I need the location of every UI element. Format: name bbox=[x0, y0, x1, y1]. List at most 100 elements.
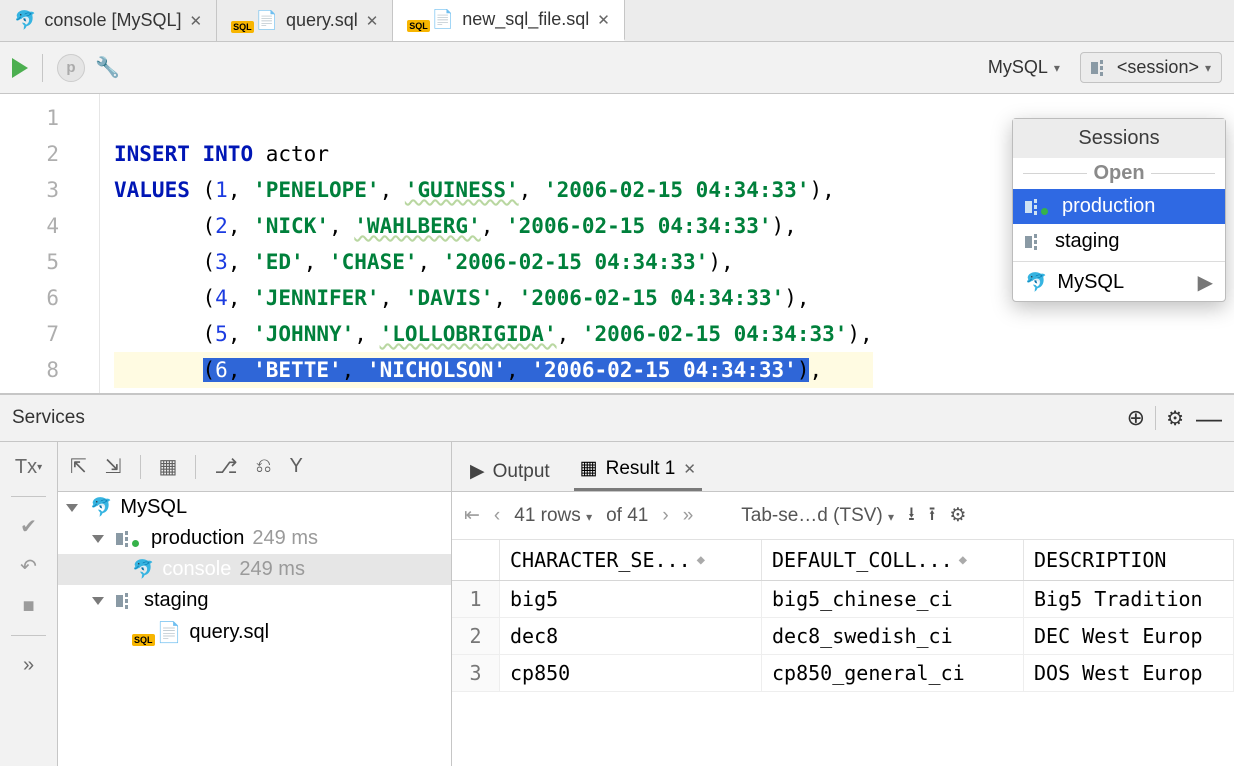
tree-twistie-icon[interactable] bbox=[92, 597, 104, 605]
datasource-icon bbox=[116, 531, 143, 547]
table-name: actor bbox=[266, 142, 329, 166]
tree-twistie-icon[interactable] bbox=[92, 535, 104, 543]
upload-icon[interactable]: ⭱ bbox=[929, 500, 936, 532]
sql-file-icon: SQL📄 bbox=[132, 620, 181, 645]
col-header[interactable]: DEFAULT_COLL...◆ bbox=[762, 540, 1024, 580]
session-item-production[interactable]: production bbox=[1013, 189, 1225, 224]
tab-result[interactable]: ▦ Result 1 ✕ bbox=[574, 449, 702, 491]
close-icon[interactable]: ✕ bbox=[189, 12, 202, 30]
tree-twistie-icon[interactable] bbox=[66, 504, 78, 512]
last-page-icon[interactable]: » bbox=[683, 505, 694, 527]
grid-icon: ▦ bbox=[580, 457, 598, 480]
cell[interactable]: dec8 bbox=[500, 618, 762, 654]
services-panel-header: Services ⊕ ⚙ — bbox=[0, 394, 1234, 442]
run-icon[interactable] bbox=[12, 58, 28, 78]
tree-timing: 249 ms bbox=[239, 558, 305, 581]
tab-label: Result 1 bbox=[606, 458, 676, 480]
target-icon[interactable]: ⊕ bbox=[1127, 405, 1145, 431]
tree-item-staging[interactable]: staging bbox=[58, 585, 451, 616]
cell[interactable]: cp850_general_ci bbox=[762, 655, 1024, 691]
table-row[interactable]: 3 cp850 cp850_general_ci DOS West Europ bbox=[452, 655, 1234, 692]
cell[interactable]: big5 bbox=[500, 581, 762, 617]
code-body[interactable]: INSERT INTO actor VALUES (1, 'PENELOPE',… bbox=[100, 94, 873, 393]
tree-item-production[interactable]: production 249 ms bbox=[58, 523, 451, 554]
session-driver-mysql[interactable]: 🐬 MySQL ▶ bbox=[1013, 264, 1225, 301]
close-icon[interactable]: ✕ bbox=[597, 11, 610, 29]
sort-icon: ◆ bbox=[697, 552, 705, 568]
editor-toolbar: p 🔧 MySQL ▾ <session> ▾ bbox=[0, 42, 1234, 94]
row-num-header bbox=[452, 540, 500, 580]
datasource-icon bbox=[1025, 234, 1045, 250]
session-label: <session> bbox=[1117, 57, 1199, 78]
tree-item-querysql[interactable]: SQL📄 query.sql bbox=[58, 616, 451, 649]
session-item-staging[interactable]: staging bbox=[1013, 224, 1225, 259]
schema-label: MySQL bbox=[988, 57, 1048, 78]
tree-item-console[interactable]: 🐬 console 249 ms bbox=[58, 554, 451, 585]
cell[interactable]: DEC West Europ bbox=[1024, 618, 1234, 654]
stop-icon[interactable]: ■ bbox=[16, 593, 42, 619]
file-tab-label: new_sql_file.sql bbox=[462, 9, 589, 30]
commit-icon[interactable]: ✔ bbox=[16, 513, 42, 539]
result-table[interactable]: CHARACTER_SE...◆ DEFAULT_COLL...◆ DESCRI… bbox=[452, 540, 1234, 692]
sql-file-icon: SQL📄 bbox=[407, 9, 454, 30]
sql-file-icon: SQL📄 bbox=[231, 10, 278, 31]
table-row[interactable]: 2 dec8 dec8_swedish_ci DEC West Europ bbox=[452, 618, 1234, 655]
branch-icon[interactable]: ⎌ bbox=[255, 455, 271, 478]
play-small-icon: ▶ bbox=[470, 460, 485, 483]
gear-icon[interactable]: ⚙ bbox=[1166, 406, 1184, 431]
tab-label: Output bbox=[493, 461, 550, 483]
line-gutter: 12345678 bbox=[0, 94, 100, 393]
minimize-icon[interactable]: — bbox=[1196, 403, 1222, 434]
yfiles-icon[interactable]: Y bbox=[289, 455, 302, 478]
services-tree: ⇱ ⇲ ▦ ⎇ ⎌ Y 🐬 MySQL production 249 ms 🐬 … bbox=[58, 442, 452, 766]
tab-output[interactable]: ▶ Output bbox=[464, 452, 556, 491]
mysql-icon: 🐬 bbox=[14, 10, 36, 31]
cell[interactable]: DOS West Europ bbox=[1024, 655, 1234, 691]
collapse-all-icon[interactable]: ⇲ bbox=[105, 454, 122, 479]
tree-timing: 249 ms bbox=[252, 527, 318, 550]
prev-page-icon[interactable]: ‹ bbox=[494, 505, 500, 527]
tree-root-mysql[interactable]: 🐬 MySQL bbox=[58, 492, 451, 523]
keyword-insert: INSERT bbox=[114, 142, 190, 166]
services-panel-body: Tx▾ ✔ ↶ ■ » ⇱ ⇲ ▦ ⎇ ⎌ Y 🐬 MySQL producti… bbox=[0, 442, 1234, 766]
close-icon[interactable]: ✕ bbox=[366, 12, 379, 30]
rows-count[interactable]: 41 rows ▾ bbox=[514, 505, 592, 527]
explain-plan-button[interactable]: p bbox=[57, 54, 85, 82]
expand-all-icon[interactable]: ⇱ bbox=[70, 454, 87, 479]
close-icon[interactable]: ✕ bbox=[683, 460, 696, 478]
more-icon[interactable]: » bbox=[16, 652, 42, 678]
datasource-icon bbox=[1091, 60, 1111, 76]
col-header[interactable]: DESCRIPTION bbox=[1024, 540, 1234, 580]
services-right: ▶ Output ▦ Result 1 ✕ ⇤ ‹ 41 rows ▾ of 4… bbox=[452, 442, 1234, 766]
download-icon[interactable]: ⭳ bbox=[908, 500, 915, 532]
table-row[interactable]: 1 big5 big5_chinese_ci Big5 Tradition bbox=[452, 581, 1234, 618]
datasource-icon bbox=[116, 593, 136, 609]
rows-total: of 41 bbox=[606, 505, 648, 527]
export-format[interactable]: Tab-se…d (TSV) ▾ bbox=[741, 505, 894, 527]
cell[interactable]: cp850 bbox=[500, 655, 762, 691]
mysql-icon: 🐬 bbox=[90, 497, 112, 518]
sessions-popup: Sessions Open production staging 🐬 MySQL… bbox=[1012, 118, 1226, 302]
result-nav: ⇤ ‹ 41 rows ▾ of 41 › » Tab-se…d (TSV) ▾… bbox=[452, 492, 1234, 540]
next-page-icon[interactable]: › bbox=[662, 505, 668, 527]
sort-icon: ◆ bbox=[959, 552, 967, 568]
driver-label: MySQL bbox=[1057, 271, 1124, 294]
file-tab-newsql[interactable]: SQL📄 new_sql_file.sql ✕ bbox=[393, 0, 625, 41]
services-left-actions: Tx▾ ✔ ↶ ■ » bbox=[0, 442, 58, 766]
file-tab-query[interactable]: SQL📄 query.sql ✕ bbox=[217, 0, 393, 41]
cell[interactable]: big5_chinese_ci bbox=[762, 581, 1024, 617]
mysql-icon: 🐬 bbox=[132, 559, 154, 580]
file-tab-console[interactable]: 🐬 console [MySQL] ✕ bbox=[0, 0, 217, 41]
filter-icon[interactable]: ⎇ bbox=[214, 454, 237, 479]
session-selector[interactable]: <session> ▾ bbox=[1080, 52, 1222, 83]
schema-selector[interactable]: MySQL ▾ bbox=[978, 53, 1070, 82]
tx-selector[interactable]: Tx▾ bbox=[16, 454, 42, 480]
first-page-icon[interactable]: ⇤ bbox=[464, 504, 480, 527]
gear-icon[interactable]: ⚙ bbox=[949, 504, 966, 527]
wrench-icon[interactable]: 🔧 bbox=[95, 55, 120, 80]
grid-icon[interactable]: ▦ bbox=[159, 454, 178, 479]
col-header[interactable]: CHARACTER_SE...◆ bbox=[500, 540, 762, 580]
cell[interactable]: dec8_swedish_ci bbox=[762, 618, 1024, 654]
cell[interactable]: Big5 Tradition bbox=[1024, 581, 1234, 617]
rollback-icon[interactable]: ↶ bbox=[16, 553, 42, 579]
